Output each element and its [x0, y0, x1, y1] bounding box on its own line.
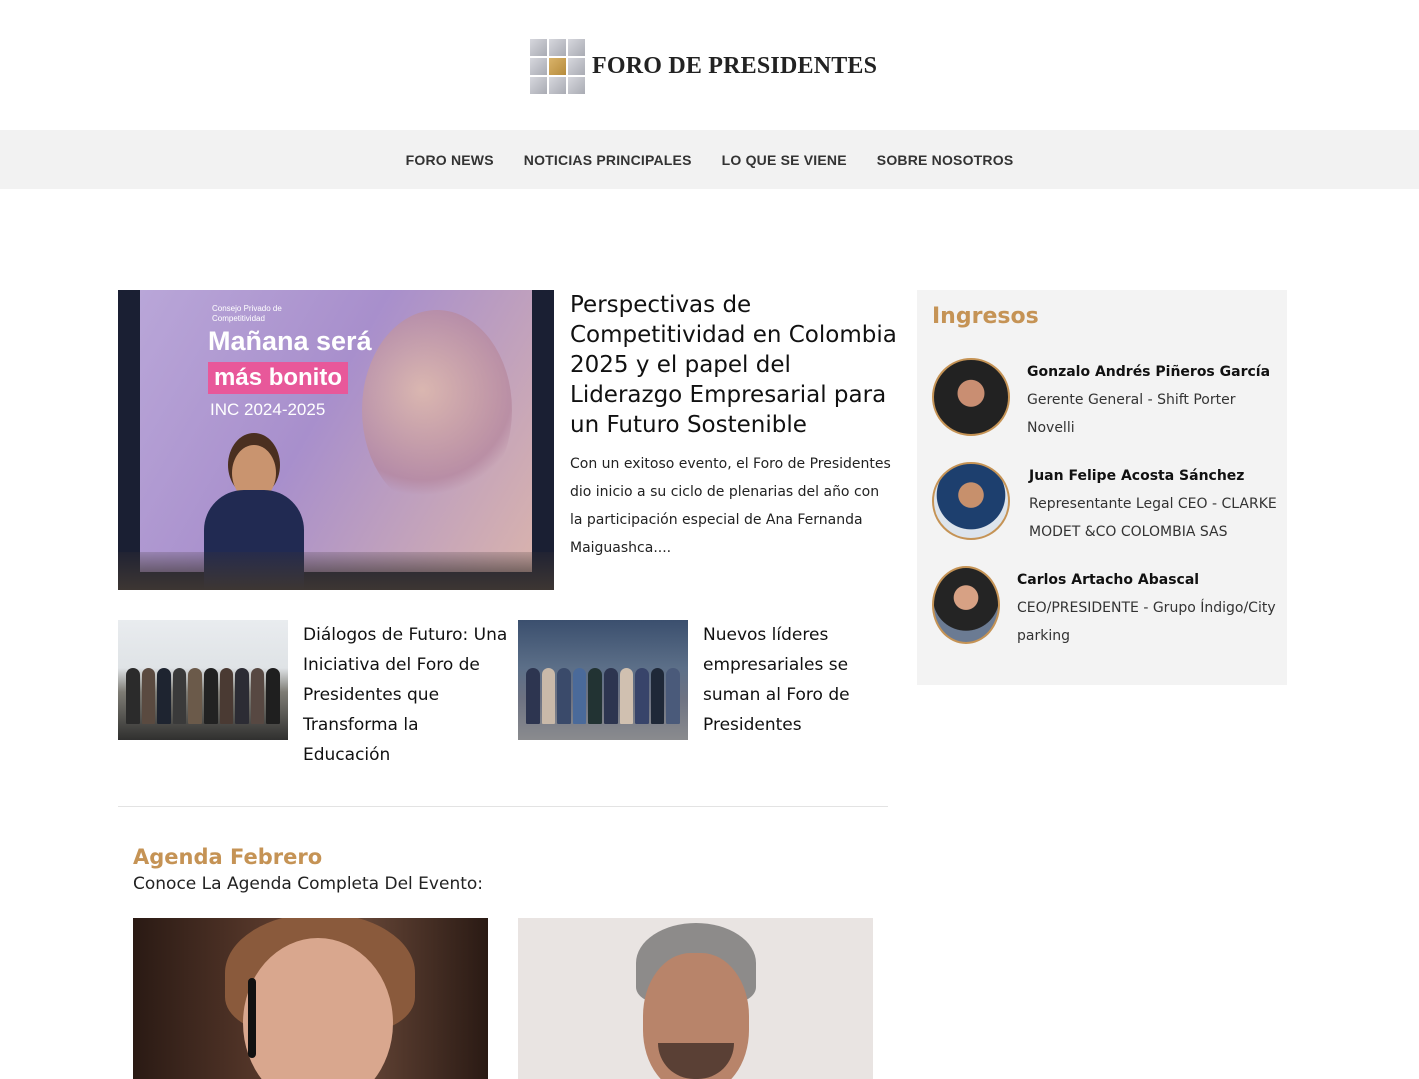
article-thumbnail[interactable] [518, 620, 688, 740]
article-thumbnail[interactable] [118, 620, 288, 740]
featured-article-excerpt: Con un exitoso evento, el Foro de Presid… [570, 456, 891, 556]
projection-screen: Consejo Privado de Competitividad Mañana… [140, 290, 532, 572]
site-logo[interactable]: FORO DE PRESIDENTES [530, 38, 890, 94]
featured-article-title[interactable]: Perspectivas de Competitividad en Colomb… [570, 290, 910, 440]
avatar [932, 462, 1010, 540]
screen-org-text: Consejo Privado de Competitividad [212, 304, 282, 323]
agenda-subtitle: Conoce La Agenda Completa Del Evento: [133, 874, 484, 894]
member-item[interactable]: Carlos Artacho Abascal CEO/PRESIDENTE - … [932, 566, 1282, 650]
member-name: Juan Felipe Acosta Sánchez [1029, 468, 1245, 484]
avatar [932, 358, 1010, 436]
audience [118, 552, 554, 590]
featured-article-image[interactable]: Consejo Privado de Competitividad Mañana… [118, 290, 554, 590]
article-title[interactable]: Nuevos líderes empresariales se suman al… [703, 620, 908, 740]
main-nav: FORO NEWS NOTICIAS PRINCIPALES LO QUE SE… [0, 130, 1419, 189]
member-name: Carlos Artacho Abascal [1017, 572, 1200, 588]
screen-headline-1: Mañana será [208, 326, 372, 356]
agenda-speaker-photo[interactable] [518, 918, 873, 1079]
nav-item-lo-que-se-viene[interactable]: LO QUE SE VIENE [722, 152, 847, 168]
member-item[interactable]: Juan Felipe Acosta Sánchez Representante… [932, 462, 1279, 546]
agenda-speaker-photo[interactable] [133, 918, 488, 1079]
screen-headline-3: INC 2024-2025 [210, 400, 326, 419]
member-role: Gerente General - Shift Porter Novelli [1027, 392, 1236, 436]
member-role: CEO/PRESIDENTE - Grupo Índigo/City parki… [1017, 600, 1276, 644]
nav-item-foro-news[interactable]: FORO NEWS [406, 152, 494, 168]
article-title[interactable]: Diálogos de Futuro: Una Iniciativa del F… [303, 620, 508, 770]
member-item[interactable]: Gonzalo Andrés Piñeros García Gerente Ge… [932, 358, 1272, 442]
logo-grid-icon [530, 38, 585, 94]
nav-item-sobre-nosotros[interactable]: SOBRE NOSOTROS [877, 152, 1014, 168]
logo-text: FORO DE PRESIDENTES [592, 52, 878, 79]
member-role: Representante Legal CEO - CLARKE MODET &… [1029, 496, 1277, 540]
member-name: Gonzalo Andrés Piñeros García [1027, 364, 1271, 380]
agenda-title: Agenda Febrero [133, 845, 323, 869]
avatar [932, 566, 1000, 644]
section-divider [118, 806, 888, 807]
screen-headline-2: más bonito [208, 362, 349, 394]
headphones-icon [248, 978, 256, 1058]
sidebar-title: Ingresos [932, 304, 1039, 329]
nav-item-noticias-principales[interactable]: NOTICIAS PRINCIPALES [524, 152, 692, 168]
sidebar-ingresos: Ingresos Gonzalo Andrés Piñeros García G… [917, 290, 1287, 685]
